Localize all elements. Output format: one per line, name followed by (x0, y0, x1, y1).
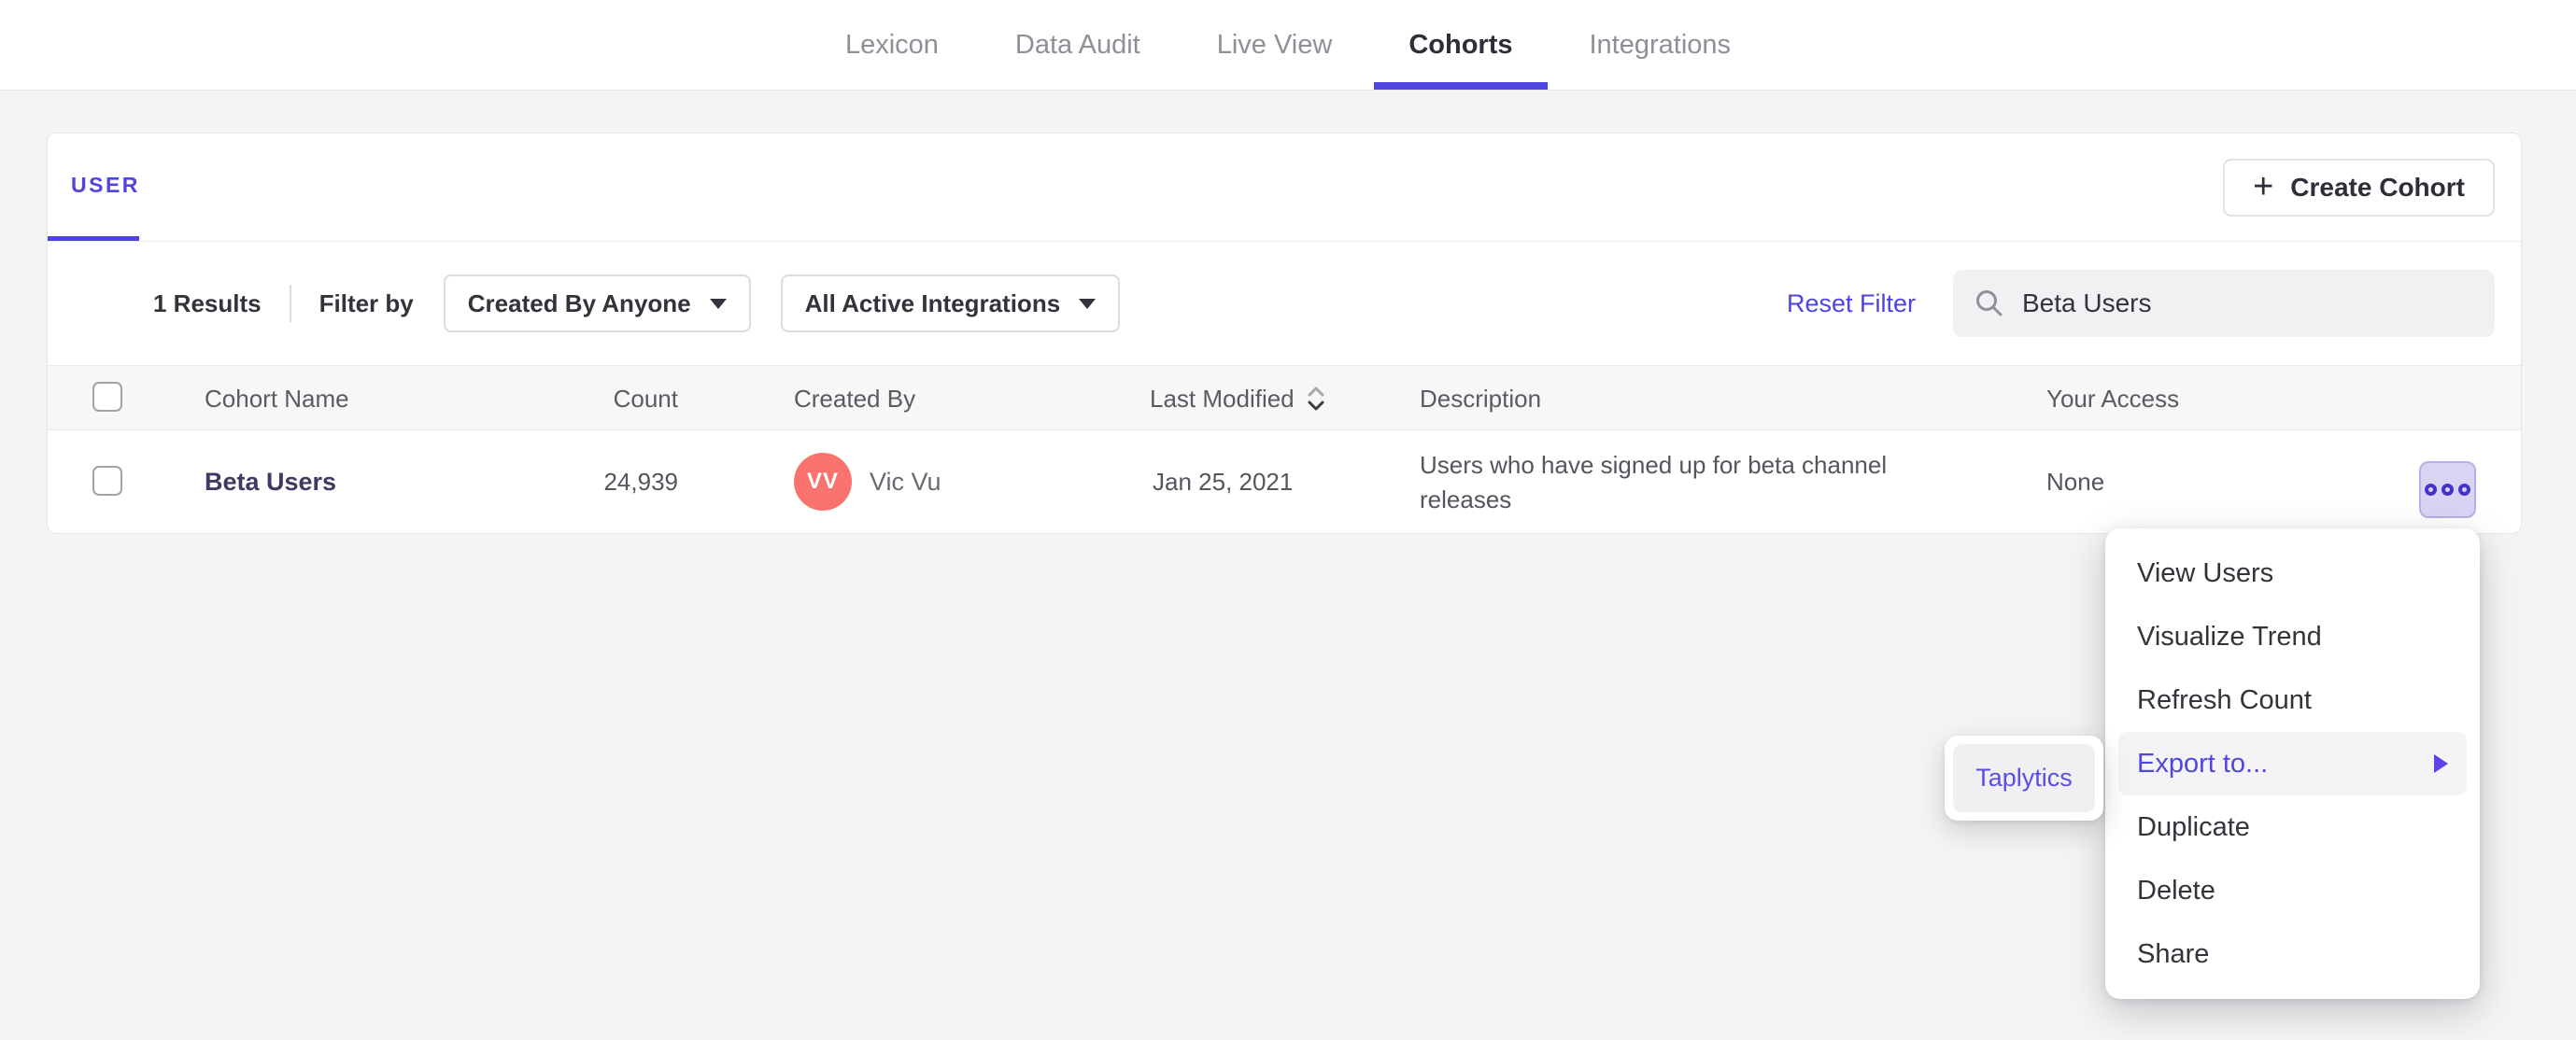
nav-tab-label: Integrations (1589, 29, 1732, 60)
export-submenu: Taplytics (1945, 736, 2103, 821)
avatar: VV (794, 453, 852, 511)
nav-tab-integrations[interactable]: Integrations (1555, 0, 1766, 90)
integrations-dropdown[interactable]: All Active Integrations (780, 274, 1121, 332)
nav-tab-label: Live View (1216, 29, 1333, 60)
create-cohort-label: Create Cohort (2290, 173, 2465, 202)
nav-tab-label: Data Audit (1014, 29, 1140, 60)
column-header-your-access: Your Access (2046, 384, 2180, 413)
nav-tab-label: Lexicon (844, 29, 939, 60)
column-header-last-modified[interactable]: Last Modified (1150, 366, 1326, 431)
ellipsis-icon (2442, 484, 2454, 496)
cohort-name-link[interactable]: Beta Users (205, 468, 336, 497)
column-header-cohort-name: Cohort Name (205, 384, 349, 413)
nav-tab-lexicon[interactable]: Lexicon (811, 0, 973, 90)
column-header-created-by: Created By (794, 384, 916, 413)
menu-item-delete[interactable]: Delete (2118, 859, 2467, 922)
nav-tab-label: Cohorts (1408, 29, 1513, 60)
row-context-menu: View Users Visualize Trend Refresh Count… (2105, 528, 2480, 999)
search-box[interactable] (1953, 270, 2495, 337)
filter-by-label: Filter by (318, 288, 414, 317)
sort-descending-icon[interactable] (1306, 385, 1326, 413)
menu-item-visualize-trend[interactable]: Visualize Trend (2118, 605, 2467, 668)
cohort-type-tabs-row: USER + Create Cohort (48, 134, 2521, 242)
table-header-row: Cohort Name Count Created By Last Modifi… (48, 365, 2521, 430)
chevron-down-icon (709, 298, 727, 309)
nav-tab-live-view[interactable]: Live View (1182, 0, 1367, 90)
created-by-dropdown[interactable]: Created By Anyone (443, 274, 751, 332)
export-to-label: Export to... (2137, 748, 2269, 779)
menu-item-duplicate[interactable]: Duplicate (2118, 795, 2467, 859)
created-by-dropdown-value: Created By Anyone (467, 288, 691, 317)
menu-item-share[interactable]: Share (2118, 922, 2467, 986)
cohort-count: 24,939 (603, 468, 678, 496)
results-count: 1 Results (153, 288, 262, 317)
last-modified-date: Jan 25, 2021 (1153, 468, 1294, 496)
chevron-down-icon (1079, 298, 1097, 309)
last-modified-label: Last Modified (1150, 384, 1295, 413)
column-header-count: Count (613, 384, 678, 413)
column-header-description: Description (1420, 384, 1542, 413)
create-cohort-button[interactable]: + Create Cohort (2223, 159, 2495, 217)
your-access-value: None (2046, 468, 2105, 496)
menu-item-export-to[interactable]: Export to... (2118, 732, 2467, 795)
search-icon (1976, 290, 2003, 316)
table-row: Beta Users 24,939 VV Vic Vu Jan 25, 2021… (48, 430, 2521, 534)
cohort-description: Users who have signed up for beta channe… (1420, 450, 1888, 513)
menu-item-refresh-count[interactable]: Refresh Count (2118, 668, 2467, 732)
active-tab-underline (1374, 82, 1548, 90)
ellipsis-icon (2458, 484, 2470, 496)
search-input[interactable] (2022, 288, 2474, 318)
nav-tab-cohorts[interactable]: Cohorts (1374, 0, 1548, 90)
ellipsis-icon (2425, 484, 2437, 496)
user-tab-underline (48, 236, 139, 241)
submenu-arrow-icon (2434, 754, 2448, 773)
submenu-item-taplytics[interactable]: Taplytics (1953, 744, 2095, 812)
tab-user[interactable]: USER (71, 134, 140, 237)
row-actions-button[interactable] (2419, 461, 2476, 518)
integrations-dropdown-value: All Active Integrations (804, 288, 1061, 317)
created-by-name: Vic Vu (870, 468, 941, 496)
menu-item-view-users[interactable]: View Users (2118, 541, 2467, 605)
select-all-checkbox[interactable] (92, 382, 122, 412)
row-checkbox[interactable] (92, 466, 122, 496)
reset-filter-link[interactable]: Reset Filter (1787, 289, 1916, 318)
cohorts-card: USER + Create Cohort 1 Results Filter by… (47, 133, 2522, 534)
filter-bar: 1 Results Filter by Created By Anyone Al… (48, 242, 2521, 365)
nav-tab-data-audit[interactable]: Data Audit (981, 0, 1175, 90)
tab-user-label: USER (71, 173, 140, 197)
top-navigation: Lexicon Data Audit Live View Cohorts Int… (0, 0, 2576, 91)
vertical-divider (289, 285, 291, 322)
